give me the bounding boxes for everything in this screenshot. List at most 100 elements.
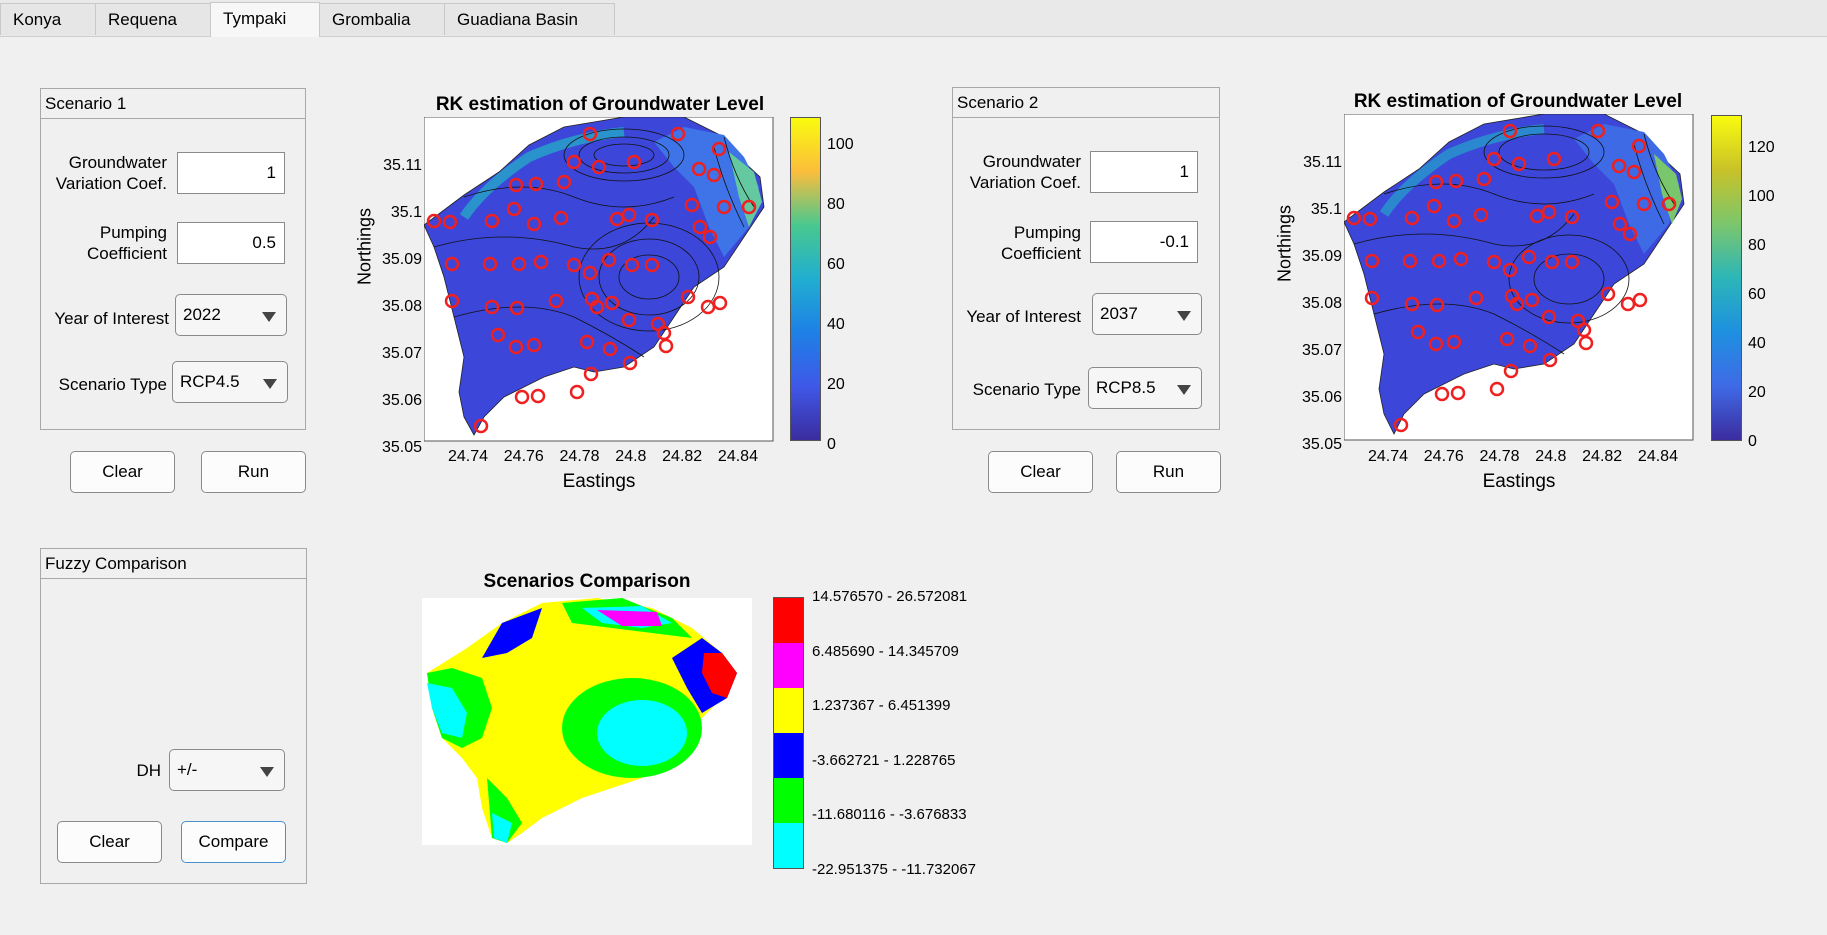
tab-guadiana-basin[interactable]: Guadiana Basin [444, 3, 615, 35]
gw-variation-input[interactable]: 1 [1090, 151, 1198, 193]
xtick: 24.82 [662, 448, 703, 465]
pumping-coef-input[interactable]: -0.1 [1090, 221, 1198, 263]
compare-button[interactable]: Compare [181, 821, 286, 863]
legend-swatch-red [774, 598, 803, 643]
year-value: 2022 [183, 305, 221, 324]
tab-grombalia[interactable]: Grombalia [319, 3, 445, 35]
scenario1-panel: Scenario 1 Groundwater Variation Coef. 1 … [40, 88, 306, 430]
colorbar-tick: 120 [1748, 139, 1775, 156]
colorbar-tick: 0 [827, 436, 836, 453]
colorbar-tick: 100 [1748, 188, 1775, 205]
ytick: 35.11 [1303, 154, 1342, 171]
plot2-colorbar-ticks: 120 100 80 60 40 20 0 [1748, 123, 1775, 466]
colorbar-tick: 80 [827, 196, 845, 213]
year-label: Year of Interest [54, 309, 169, 328]
legend-swatch-blue [774, 733, 803, 778]
scenario2-run-button[interactable]: Run [1116, 451, 1221, 493]
scenario-type-label: Scenario Type [972, 380, 1081, 399]
comparison-title: Scenarios Comparison [483, 571, 691, 592]
plot1-title: RK estimation of Groundwater Level [435, 94, 765, 115]
tab-konya[interactable]: Konya [0, 3, 96, 35]
xtick: 24.84 [1637, 448, 1678, 465]
legend-label: -22.951375 - -11.732067 [812, 861, 977, 878]
tab-bar: Konya Requena Tympaki Grombalia Guadiana… [0, 0, 1827, 37]
scenario2-panel: Scenario 2 Groundwater Variation Coef. 1 … [952, 87, 1220, 430]
tab-label: Requena [108, 10, 178, 29]
xtick: 24.84 [717, 448, 758, 465]
plot2-xlabel: Eastings [1482, 471, 1556, 492]
plot2-title: RK estimation of Groundwater Level [1353, 91, 1683, 112]
plot1-yticks: 35.11 35.1 35.09 35.08 35.07 35.06 35.05 [370, 142, 422, 471]
pumping-coef-label: Pumping Coefficient [86, 223, 167, 263]
scenario2-title: Scenario 2 [953, 88, 1219, 118]
ytick: 35.08 [381, 298, 422, 315]
scenario-type-dropdown[interactable]: RCP4.5 [172, 361, 288, 403]
ytick: 35.11 [383, 157, 422, 174]
tab-requena[interactable]: Requena [95, 3, 211, 35]
pumping-coef-input[interactable]: 0.5 [177, 222, 285, 264]
xtick: 24.82 [1582, 448, 1623, 465]
gw-variation-input[interactable]: 1 [177, 152, 285, 194]
fuzzy-clear-button[interactable]: Clear [57, 821, 162, 863]
colorbar-tick: 0 [1748, 433, 1757, 450]
xtick: 24.8 [615, 448, 647, 465]
chevron-down-icon [262, 312, 276, 322]
ytick: 35.09 [381, 251, 422, 268]
gw-variation-label: Groundwater Variation Coef. [969, 152, 1081, 192]
comparison-legend-colorbar [773, 597, 804, 869]
xtick: 24.74 [448, 448, 489, 465]
scenario-type-dropdown[interactable]: RCP8.5 [1088, 367, 1202, 409]
plot2-xticks: 24.74 24.76 24.78 24.8 24.82 24.84 [1368, 448, 1678, 466]
colorbar-tick: 80 [1748, 237, 1766, 254]
year-label: Year of Interest [966, 307, 1081, 326]
plot1-colorbar-ticks: 100 80 60 40 20 0 [827, 115, 854, 475]
tab-label: Grombalia [332, 10, 411, 29]
xtick: 24.76 [503, 448, 544, 465]
xtick: 24.74 [1368, 448, 1409, 465]
plot1-xticks: 24.74 24.76 24.78 24.8 24.82 24.84 [448, 448, 758, 466]
plot2-yticks: 35.11 35.1 35.09 35.08 35.07 35.06 35.05 [1290, 139, 1342, 468]
xtick: 24.78 [1479, 448, 1520, 465]
pumping-coef-label: Pumping Coefficient [1000, 223, 1081, 263]
colorbar-tick: 20 [1748, 384, 1766, 401]
legend-label: 14.576570 - 26.572081 [812, 588, 968, 605]
chevron-down-icon [1177, 311, 1191, 321]
comparison-zone-cyan [597, 700, 687, 766]
plot2-colorbar [1711, 115, 1742, 441]
dh-dropdown[interactable]: +/- [169, 749, 285, 791]
year-dropdown[interactable]: 2037 [1092, 293, 1202, 335]
ytick: 35.06 [1301, 389, 1342, 406]
ytick: 35.07 [381, 345, 422, 362]
tab-label: Guadiana Basin [457, 10, 578, 29]
plot1-colorbar [790, 117, 821, 441]
legend-swatch-yellow [774, 688, 803, 733]
colorbar-tick: 60 [827, 256, 845, 273]
ytick: 35.08 [1301, 295, 1342, 312]
tab-tympaki[interactable]: Tympaki [210, 2, 320, 37]
xtick: 24.78 [559, 448, 600, 465]
scenario1-clear-button[interactable]: Clear [70, 451, 175, 493]
ytick: 35.1 [390, 204, 422, 221]
ytick: 35.1 [1310, 201, 1342, 218]
legend-swatch-magenta [774, 643, 803, 688]
chevron-down-icon [263, 379, 277, 389]
fuzzy-title: Fuzzy Comparison [41, 549, 306, 579]
year-dropdown[interactable]: 2022 [175, 294, 287, 336]
ytick: 35.05 [381, 439, 422, 456]
legend-swatch-green [774, 778, 803, 823]
legend-label: -3.662721 - 1.228765 [812, 752, 956, 769]
gw-variation-label: Groundwater Variation Coef. [55, 153, 167, 193]
colorbar-tick: 60 [1748, 286, 1766, 303]
scenario-type-value: RCP8.5 [1096, 378, 1156, 397]
ytick: 35.07 [1301, 342, 1342, 359]
xtick: 24.8 [1535, 448, 1567, 465]
plot1-map [424, 117, 774, 442]
legend-label: -11.680116 - -3.676833 [812, 806, 967, 823]
scenario2-clear-button[interactable]: Clear [988, 451, 1093, 493]
ytick: 35.05 [1301, 436, 1342, 453]
colorbar-tick: 100 [827, 136, 854, 153]
ytick: 35.06 [381, 392, 422, 409]
scenario-type-label: Scenario Type [58, 375, 167, 394]
scenario1-run-button[interactable]: Run [201, 451, 306, 493]
chevron-down-icon [1177, 385, 1191, 395]
